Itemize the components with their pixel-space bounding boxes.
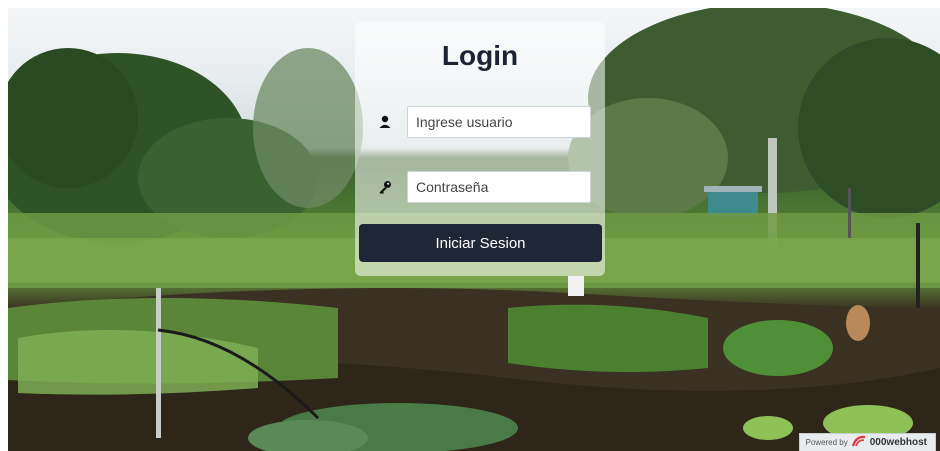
- powered-by-badge[interactable]: Powered by 000webhost: [798, 433, 936, 451]
- login-title: Login: [441, 40, 519, 71]
- user-icon: [377, 114, 393, 130]
- password-field-group: [369, 171, 591, 203]
- powered-by-label: Powered by: [805, 438, 848, 447]
- login-card: Login Iniciar Sesion: [355, 22, 605, 276]
- username-input[interactable]: [407, 106, 591, 138]
- key-icon: [377, 179, 393, 195]
- login-page: Login Iniciar Sesion Powered: [0, 0, 940, 451]
- 000webhost-logo-icon: [851, 434, 866, 451]
- login-submit-button[interactable]: Iniciar Sesion: [359, 224, 602, 262]
- username-field-group: [369, 106, 591, 138]
- powered-by-brand: 000webhost: [869, 437, 927, 448]
- password-input[interactable]: [407, 171, 591, 203]
